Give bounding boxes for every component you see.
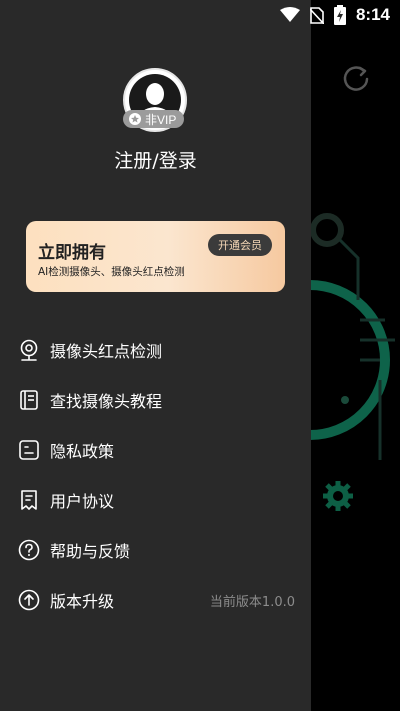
- menu-item-privacy-policy[interactable]: 隐私政策: [0, 425, 311, 475]
- menu-item-find-camera-guide[interactable]: 查找摄像头教程: [0, 375, 311, 425]
- menu-item-label: 用户协议: [50, 492, 115, 511]
- help-circle-icon: [18, 539, 40, 561]
- current-version-text: 当前版本1.0.0: [209, 594, 295, 610]
- vip-promo-card[interactable]: 立即拥有 AI检测摄像头、摄像头红点检测 开通会员: [26, 221, 285, 292]
- star-icon: [129, 113, 141, 125]
- login-register-link[interactable]: 注册/登录: [0, 146, 311, 173]
- upgrade-arrow-icon: [18, 589, 40, 611]
- vip-card-subtitle: AI检测摄像头、摄像头红点检测: [38, 266, 185, 278]
- menu-item-label: 摄像头红点检测: [50, 342, 163, 361]
- menu-item-label: 查找摄像头教程: [50, 392, 163, 411]
- wifi-icon: [279, 7, 300, 22]
- menu-item-label: 版本升级: [50, 592, 115, 611]
- menu-item-camera-red-dot[interactable]: 摄像头红点检测: [0, 325, 311, 375]
- menu-item-help-feedback[interactable]: 帮助与反馈: [0, 525, 311, 575]
- vip-card-title: 立即拥有: [38, 243, 106, 263]
- tech-decoration: [300, 213, 395, 511]
- menu-item-version-upgrade[interactable]: 版本升级 当前版本1.0.0: [0, 575, 311, 625]
- refresh-icon[interactable]: [340, 62, 372, 94]
- menu-item-label: 隐私政策: [50, 442, 115, 461]
- open-membership-button[interactable]: 开通会员: [208, 234, 272, 256]
- guide-book-icon: [20, 390, 38, 410]
- drawer-menu: 摄像头红点检测 查找摄像头教程 隐私政策 用户协议 帮助与反馈 版本升级 当前版…: [0, 325, 311, 625]
- agreement-doc-icon: [21, 490, 37, 510]
- no-sim-icon: [309, 6, 324, 24]
- vip-status-label: 非VIP: [145, 112, 177, 127]
- menu-item-user-agreement[interactable]: 用户协议: [0, 475, 311, 525]
- vip-status-badge: 非VIP: [123, 110, 185, 128]
- camera-pin-icon: [20, 339, 38, 361]
- menu-item-label: 帮助与反馈: [50, 542, 131, 561]
- navigation-drawer: 非VIP 注册/登录 立即拥有 AI检测摄像头、摄像头红点检测 开通会员 摄像头…: [0, 0, 311, 711]
- status-time: 8:14: [355, 5, 390, 24]
- status-bar: 8:14: [0, 0, 400, 34]
- privacy-doc-icon: [19, 440, 39, 460]
- battery-charging-icon: [333, 5, 346, 25]
